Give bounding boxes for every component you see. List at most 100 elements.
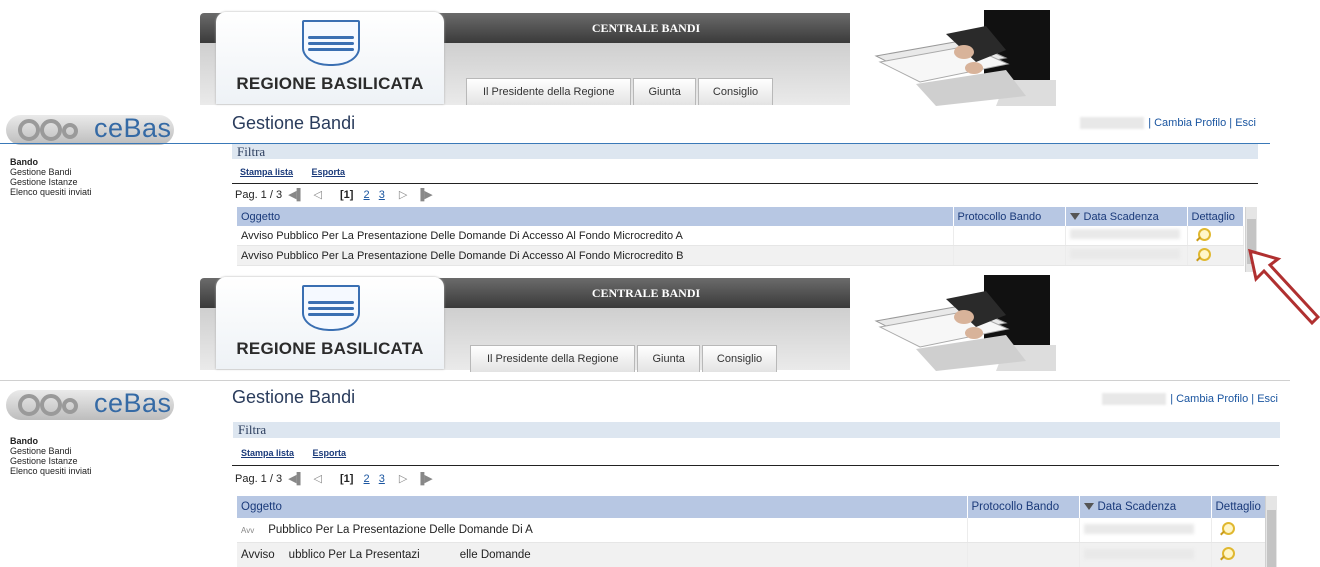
site-header: CENTRALE BANDI REGIONE BASILICATA Il Pre… <box>196 10 1056 106</box>
cell-scadenza <box>1065 226 1188 246</box>
pagination: Pag. 1 / 3 ◀▌ ◁ [1] 2 3 ▷ ▐▶ <box>235 472 436 485</box>
current-page: [1] <box>340 189 354 201</box>
sort-desc-icon <box>1069 213 1080 221</box>
gear-icon <box>62 123 78 139</box>
col-scadenza-label: Data Scadenza <box>1083 210 1159 223</box>
sidebar-item-elenco-quesiti[interactable]: Elenco quesiti inviati <box>10 466 92 476</box>
cell-dettaglio <box>1211 542 1266 567</box>
last-page-icon[interactable]: ▐▶ <box>416 188 432 201</box>
hands-papers-icon <box>874 10 1056 106</box>
table-scrollbar[interactable] <box>1265 496 1277 567</box>
page-link-3[interactable]: 3 <box>379 189 385 201</box>
tab-presidente[interactable]: Il Presidente della Regione <box>470 345 636 372</box>
sidebar-item-elenco-quesiti[interactable]: Elenco quesiti inviati <box>10 187 92 197</box>
page-indicator: Pag. 1 / 3 <box>235 473 283 485</box>
row-text-partial: Pubblico Per La Presentazione Delle Doma… <box>268 524 533 536</box>
row-text-part-c: elle Domande <box>459 549 531 561</box>
first-page-icon[interactable]: ◀▌ <box>288 472 304 485</box>
sidebar-item-gestione-bandi[interactable]: Gestione Bandi <box>10 446 92 456</box>
cell-protocollo <box>953 245 1066 266</box>
logo-text: ceBas <box>94 388 172 418</box>
cell-dettaglio <box>1187 245 1244 266</box>
change-profile-link[interactable]: | Cambia Profilo | <box>1148 117 1232 129</box>
cell-protocollo <box>967 518 1080 543</box>
sidebar-menu: Bando Gestione Bandi Gestione Istanze El… <box>10 436 92 476</box>
col-oggetto[interactable]: Oggetto <box>237 207 954 226</box>
page-link-2[interactable]: 2 <box>364 189 370 201</box>
sidebar-item-gestione-istanze[interactable]: Gestione Istanze <box>10 177 92 187</box>
gear-icon <box>62 398 78 414</box>
cell-scadenza <box>1079 518 1212 543</box>
first-page-icon[interactable]: ◀▌ <box>288 188 304 201</box>
user-links: | Cambia Profilo | Esci <box>1080 117 1256 130</box>
header-tabs: Il Presidente della Regione Giunta Consi… <box>470 345 779 373</box>
scrollbar-thumb[interactable] <box>1267 510 1276 567</box>
date-redacted <box>1069 249 1180 259</box>
row-text-part-b: ubblico Per La Presentazi <box>288 549 420 561</box>
detail-magnifier-icon[interactable] <box>1221 547 1235 560</box>
app-title: CENTRALE BANDI <box>591 21 701 35</box>
row-text-part-a: Avviso <box>241 549 275 561</box>
tab-giunta[interactable]: Giunta <box>637 345 700 372</box>
last-page-icon[interactable]: ▐▶ <box>416 472 432 485</box>
screenshot-bottom: CENTRALE BANDI REGIONE BASILICATA Il Pre… <box>0 272 1320 567</box>
list-actions: Stampa lista Esporta <box>240 167 361 177</box>
export-link[interactable]: Esporta <box>313 448 347 458</box>
tab-consiglio[interactable]: Consiglio <box>701 345 778 372</box>
divider <box>232 183 1258 184</box>
table-row: Avviso ubblico Per La Presentazi elle Doma… <box>237 542 1266 567</box>
cebas-logo: ceBas <box>6 388 186 422</box>
documents-illustration <box>856 275 1056 371</box>
cebas-logo: ceBas <box>6 113 186 147</box>
prev-page-icon[interactable]: ◁ <box>313 188 321 201</box>
col-scadenza[interactable]: Data Scadenza <box>1079 496 1212 518</box>
filter-toggle[interactable]: Filtra <box>232 144 1258 159</box>
tab-presidente[interactable]: Il Presidente della Regione <box>466 78 632 105</box>
region-name: REGIONE BASILICATA <box>236 74 424 93</box>
page-title: Gestione Bandi <box>232 387 356 407</box>
region-card: REGIONE BASILICATA <box>216 12 444 104</box>
date-redacted <box>1083 548 1194 559</box>
sidebar-item-gestione-bandi[interactable]: Gestione Bandi <box>10 167 92 177</box>
change-profile-link[interactable]: | Cambia Profilo | <box>1170 393 1254 405</box>
col-scadenza[interactable]: Data Scadenza <box>1065 207 1188 226</box>
col-dettaglio: Dettaglio <box>1187 207 1244 226</box>
page-title: Gestione Bandi <box>232 113 356 133</box>
cell-oggetto: Avviso ubblico Per La Presentazi elle Doma… <box>237 542 968 567</box>
prev-page-icon[interactable]: ◁ <box>313 472 321 485</box>
logout-link[interactable]: Esci <box>1235 117 1256 129</box>
table-row: Avviso Pubblico Per La Presentazione Del… <box>237 226 1244 246</box>
gear-icon <box>40 119 62 141</box>
page-link-3[interactable]: 3 <box>379 473 385 485</box>
table-header: Oggetto Protocollo Bando Data Scadenza D… <box>237 496 1266 518</box>
col-protocollo[interactable]: Protocollo Bando <box>967 496 1080 518</box>
tab-consiglio[interactable]: Consiglio <box>697 78 774 105</box>
region-name: REGIONE BASILICATA <box>236 339 424 358</box>
app-title: CENTRALE BANDI <box>591 286 701 300</box>
logout-link[interactable]: Esci <box>1257 393 1278 405</box>
hands-papers-icon <box>874 275 1056 371</box>
bandi-table: Oggetto Protocollo Bando Data Scadenza D… <box>237 207 1244 266</box>
title-divider <box>0 380 1290 381</box>
cell-dettaglio <box>1187 226 1244 246</box>
filter-toggle[interactable]: Filtra <box>233 422 1280 438</box>
sidebar-item-bando[interactable]: Bando <box>10 436 92 446</box>
bandi-table: Oggetto Protocollo Bando Data Scadenza D… <box>237 496 1266 567</box>
sidebar-item-bando[interactable]: Bando <box>10 157 92 167</box>
tab-giunta[interactable]: Giunta <box>633 78 696 105</box>
col-oggetto[interactable]: Oggetto <box>237 496 968 518</box>
site-header: CENTRALE BANDI REGIONE BASILICATA Il Pre… <box>196 275 1056 375</box>
export-link[interactable]: Esporta <box>312 167 346 177</box>
detail-magnifier-icon[interactable] <box>1197 227 1211 241</box>
print-list-link[interactable]: Stampa lista <box>240 167 293 177</box>
page-link-2[interactable]: 2 <box>364 473 370 485</box>
sidebar-item-gestione-istanze[interactable]: Gestione Istanze <box>10 456 92 466</box>
detail-magnifier-icon[interactable] <box>1197 247 1211 261</box>
table-row: Avviso Pubblico Per La Presentazione Del… <box>237 245 1244 266</box>
next-page-icon[interactable]: ▷ <box>399 188 407 201</box>
detail-magnifier-icon[interactable] <box>1221 522 1235 535</box>
print-list-link[interactable]: Stampa lista <box>241 448 294 458</box>
col-protocollo[interactable]: Protocollo Bando <box>953 207 1066 226</box>
next-page-icon[interactable]: ▷ <box>399 472 407 485</box>
table-row: Avv Pubblico Per La Presentazione Delle D… <box>237 518 1266 543</box>
